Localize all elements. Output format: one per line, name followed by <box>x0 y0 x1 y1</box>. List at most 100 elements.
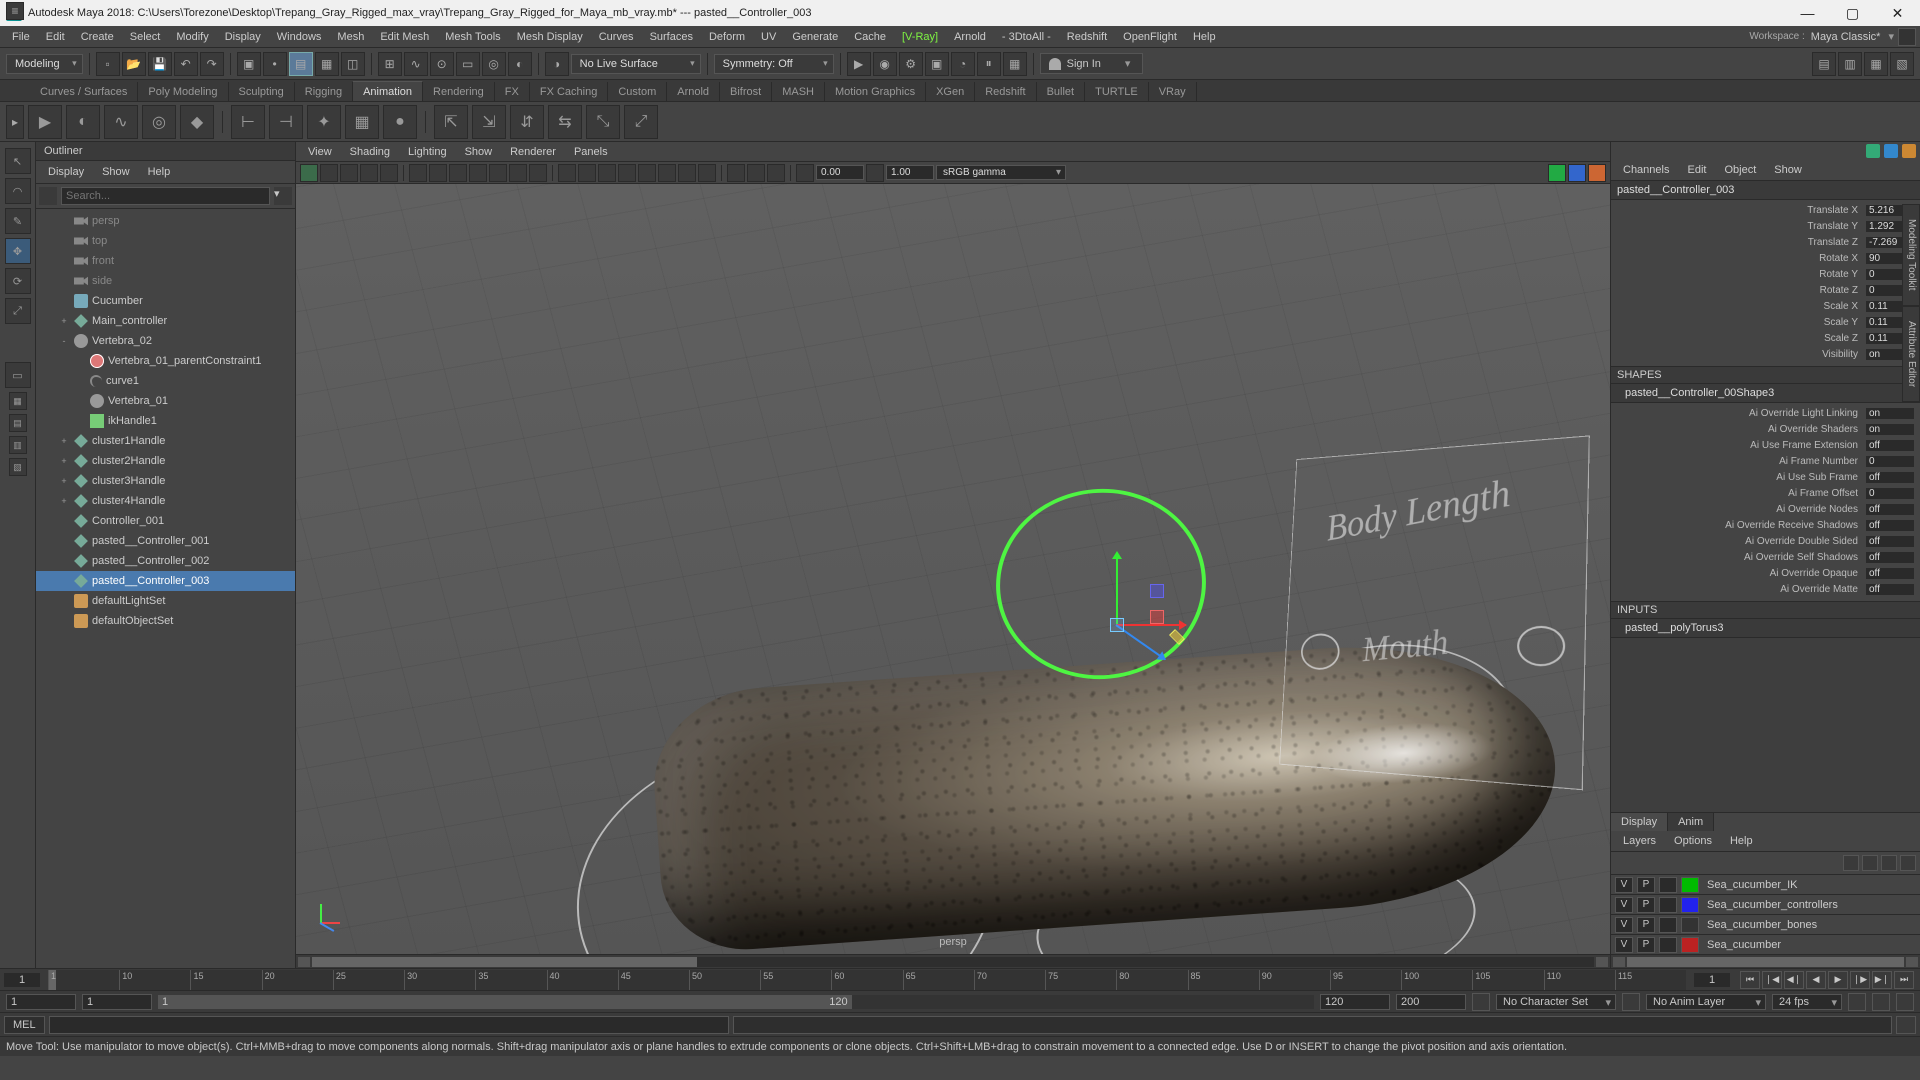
vp-image-plane-icon[interactable] <box>340 164 358 182</box>
play-back-icon[interactable]: ◀ <box>1806 971 1826 989</box>
panel-knob-left[interactable] <box>1300 633 1340 670</box>
lasso-tool-icon[interactable]: ◠ <box>5 178 31 204</box>
select-tool-icon[interactable]: ↖ <box>5 148 31 174</box>
vp-motion-blur-icon[interactable] <box>678 164 696 182</box>
menu-file[interactable]: File <box>4 28 38 46</box>
layer-sea-cucumber-bones[interactable]: VPSea_cucumber_bones <box>1611 914 1920 934</box>
outliner-node-vertebra-02[interactable]: -Vertebra_02 <box>36 331 295 351</box>
outliner-search-dropdown-icon[interactable]: ▾ <box>274 187 292 205</box>
layer-color-swatch[interactable] <box>1681 917 1699 933</box>
layer-color-swatch[interactable] <box>1681 877 1699 893</box>
layer-display-type[interactable] <box>1659 937 1677 953</box>
attribute-editor-tab[interactable]: Attribute Editor <box>1902 306 1920 402</box>
move-manipulator[interactable] <box>1066 524 1206 684</box>
toggle-attr-editor-icon[interactable]: ▥ <box>1838 52 1862 76</box>
minimize-button[interactable]: — <box>1785 0 1830 26</box>
outliner-node-vertebra-01[interactable]: Vertebra_01 <box>36 391 295 411</box>
snap-plane-icon[interactable]: ▭ <box>456 52 480 76</box>
outliner-menu-show[interactable]: Show <box>94 163 138 181</box>
snap-curve-icon[interactable]: ∿ <box>404 52 428 76</box>
outliner-tree[interactable]: persptopfrontsideCucumber+Main_controlle… <box>36 209 295 968</box>
expand-icon[interactable]: + <box>58 496 70 506</box>
channel-hscroll[interactable] <box>1611 954 1920 968</box>
save-scene-icon[interactable]: 💾 <box>148 52 172 76</box>
time-track[interactable]: 1101520253035404550556065707580859095100… <box>48 970 1686 990</box>
menu-display[interactable]: Display <box>217 28 269 46</box>
layer-playback-toggle[interactable]: P <box>1637 897 1655 913</box>
layer-playback-toggle[interactable]: P <box>1637 937 1655 953</box>
scroll-thumb[interactable] <box>312 957 697 967</box>
shelf-menu-icon[interactable]: ≡ <box>6 2 24 20</box>
vp-select-camera-icon[interactable] <box>300 164 318 182</box>
cb-menu-channels[interactable]: Channels <box>1615 162 1677 178</box>
layout-two-h-icon[interactable]: ▤ <box>9 414 27 432</box>
outliner-menu-display[interactable]: Display <box>40 163 92 181</box>
motion-trail-shelf-icon[interactable]: ∿ <box>104 105 138 139</box>
vp-wireframe-icon[interactable] <box>558 164 576 182</box>
vp-xray-joints-icon[interactable] <box>767 164 785 182</box>
layer-menu-layers[interactable]: Layers <box>1615 833 1664 849</box>
range-start-outer[interactable]: 1 <box>6 994 76 1010</box>
constraint-4-shelf-icon[interactable]: ⇆ <box>548 105 582 139</box>
shelf-tab-fx-caching[interactable]: FX Caching <box>530 82 608 101</box>
menu-openflight[interactable]: OpenFlight <box>1115 28 1185 46</box>
outliner-node-defaultlightset[interactable]: defaultLightSet <box>36 591 295 611</box>
outliner-node-defaultobjectset[interactable]: defaultObjectSet <box>36 611 295 631</box>
menu--v-ray-[interactable]: [V-Ray] <box>894 28 946 46</box>
vp-collapse-2-icon[interactable] <box>1568 164 1586 182</box>
step-forward-key-icon[interactable]: ▶❘ <box>1872 971 1892 989</box>
lattice-shelf-icon[interactable]: ▦ <box>345 105 379 139</box>
layer-playback-toggle[interactable]: P <box>1637 877 1655 893</box>
vp-aa-icon[interactable] <box>698 164 716 182</box>
outliner-node-pasted-controller-001[interactable]: pasted__Controller_001 <box>36 531 295 551</box>
vp-use-lights-icon[interactable] <box>618 164 636 182</box>
vp-colorspace-dropdown[interactable]: sRGB gamma <box>936 165 1066 180</box>
scale-tool-icon[interactable]: ⤢ <box>5 298 31 324</box>
viewport-hscroll[interactable] <box>296 954 1610 968</box>
menu-edit[interactable]: Edit <box>38 28 73 46</box>
menu-windows[interactable]: Windows <box>269 28 330 46</box>
selected-node-name[interactable]: pasted__Controller_003 <box>1611 181 1920 200</box>
workspace-lock-icon[interactable] <box>1898 28 1916 46</box>
layer-display-type[interactable] <box>1659 877 1677 893</box>
vp-grease-icon[interactable] <box>380 164 398 182</box>
outliner-node-curve1[interactable]: curve1 <box>36 371 295 391</box>
render-frame-icon[interactable]: ▶ <box>847 52 871 76</box>
range-start-inner[interactable]: 1 <box>82 994 152 1010</box>
character-set-dropdown[interactable]: No Character Set <box>1496 994 1616 1010</box>
menu-curves[interactable]: Curves <box>591 28 642 46</box>
vp-exposure-input[interactable]: 0.00 <box>816 165 864 180</box>
go-end-icon[interactable]: ⏭ <box>1894 971 1914 989</box>
vp-field-chart-icon[interactable] <box>489 164 507 182</box>
layer-display-type[interactable] <box>1659 917 1677 933</box>
render-settings-icon[interactable]: ⚙ <box>899 52 923 76</box>
menu-modify[interactable]: Modify <box>168 28 216 46</box>
attr-value[interactable]: off <box>1866 440 1914 451</box>
shelf-tab-animation[interactable]: Animation <box>353 81 423 101</box>
outliner-node-controller-001[interactable]: Controller_001 <box>36 511 295 531</box>
cscroll-right-icon[interactable] <box>1906 957 1918 967</box>
cb-menu-show[interactable]: Show <box>1766 162 1810 178</box>
go-start-icon[interactable]: ⏮ <box>1740 971 1760 989</box>
manip-xy-plane[interactable] <box>1169 629 1185 645</box>
outliner-node-persp[interactable]: persp <box>36 211 295 231</box>
vp-smooth-shade-icon[interactable] <box>578 164 596 182</box>
vp-resolution-gate-icon[interactable] <box>449 164 467 182</box>
outliner-node-cluster1handle[interactable]: +cluster1Handle <box>36 431 295 451</box>
layer-new-selected-icon[interactable] <box>1900 855 1916 871</box>
vp-ao-icon[interactable] <box>658 164 676 182</box>
select-vertex-icon[interactable]: • <box>263 52 287 76</box>
open-scene-icon[interactable]: 📂 <box>122 52 146 76</box>
cscroll-left-icon[interactable] <box>1613 957 1625 967</box>
outliner-menu-help[interactable]: Help <box>140 163 179 181</box>
play-forward-icon[interactable]: ▶ <box>1828 971 1848 989</box>
outliner-node-cluster2handle[interactable]: +cluster2Handle <box>36 451 295 471</box>
attr-value[interactable]: off <box>1866 536 1914 547</box>
ipr-render-icon[interactable]: ◉ <box>873 52 897 76</box>
current-time-field[interactable]: 1 <box>4 973 40 987</box>
shelf-tab-rigging[interactable]: Rigging <box>295 82 353 101</box>
scroll-right-icon[interactable] <box>1596 957 1608 967</box>
ghost-shelf-icon[interactable]: ◐ <box>66 105 100 139</box>
step-back-icon[interactable]: ◀❘ <box>1784 971 1804 989</box>
outliner-node-cluster3handle[interactable]: +cluster3Handle <box>36 471 295 491</box>
